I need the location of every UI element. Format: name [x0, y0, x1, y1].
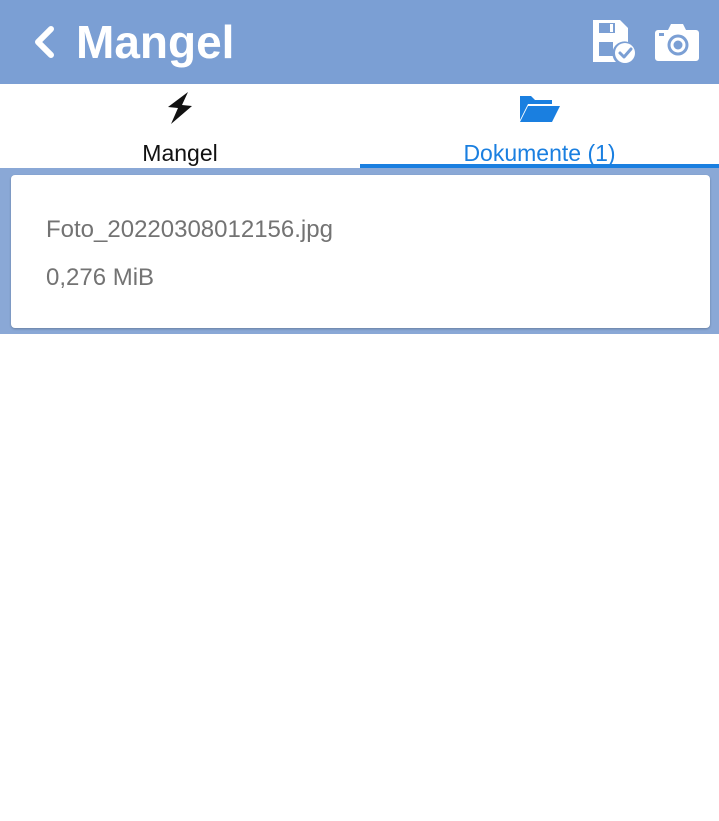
- document-name: Foto_20220308012156.jpg: [46, 216, 333, 243]
- tab-mangel[interactable]: Mangel: [0, 84, 360, 168]
- tab-label-mangel: Mangel: [142, 140, 218, 166]
- camera-button[interactable]: [654, 20, 700, 64]
- save-check-icon: [593, 20, 635, 63]
- page-title: Mangel: [76, 16, 235, 68]
- tab-dokumente[interactable]: Dokumente (1): [360, 84, 719, 168]
- save-button[interactable]: [590, 18, 636, 64]
- tab-label-dokumente: Dokumente (1): [463, 140, 616, 166]
- lightning-icon: [168, 92, 192, 124]
- tab-bar: Mangel Dokumente (1): [0, 84, 719, 168]
- chevron-left-icon: [35, 26, 54, 58]
- list-item[interactable]: Foto_20220308012156.jpg 0,276 MiB: [11, 175, 710, 328]
- back-button[interactable]: [26, 20, 62, 64]
- folder-open-icon: [519, 96, 560, 122]
- document-size: 0,276 MiB: [46, 264, 155, 291]
- document-list: Foto_20220308012156.jpg 0,276 MiB: [0, 168, 719, 334]
- app-header: Mangel: [0, 0, 719, 84]
- camera-icon: [655, 24, 699, 61]
